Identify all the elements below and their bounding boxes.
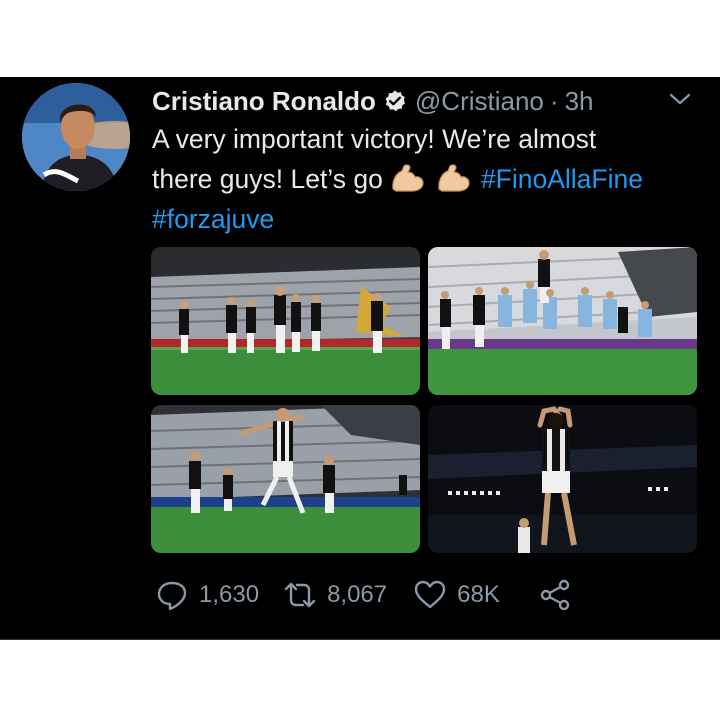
share-icon [538, 578, 572, 612]
tweet-text: A very important victory! We’re almost t… [152, 119, 702, 239]
like-button[interactable]: 68K [413, 578, 500, 612]
hashtag-link[interactable]: #forzajuve [152, 204, 274, 234]
header-separator: · [549, 85, 559, 116]
tweet-text-line-3: #forzajuve [152, 199, 702, 239]
reply-count: 1,630 [199, 581, 260, 608]
tweet-actions-bar: 1,630 8,067 68K [155, 577, 572, 613]
photo-free-kick-wall-jump[interactable] [428, 247, 697, 395]
heart-icon [413, 578, 447, 612]
photo-player-number-7-hands-on-head[interactable] [428, 405, 697, 553]
bottom-divider [0, 639, 720, 640]
hashtag-link[interactable]: #FinoAllaFine [481, 164, 643, 194]
author-handle[interactable]: @Cristiano [415, 86, 544, 117]
flexed-biceps-icon [390, 163, 426, 193]
tweet-card[interactable]: Cristiano Ronaldo @Cristiano · 3h A very… [0, 77, 720, 640]
like-count: 68K [457, 581, 500, 608]
verified-badge-icon [383, 89, 407, 113]
retweet-button[interactable]: 8,067 [283, 578, 387, 612]
flexed-biceps-icon [436, 163, 472, 193]
media-grid [151, 247, 697, 553]
retweet-icon [283, 578, 317, 612]
retweet-count: 8,067 [327, 581, 388, 608]
tweet-text-line-1: A very important victory! We’re almost [152, 124, 597, 154]
reply-button[interactable]: 1,630 [155, 578, 259, 612]
tweet-header: Cristiano Ronaldo @Cristiano · 3h [152, 83, 593, 119]
tweet-text-line-2: there guys! Let’s go #FinoAllaFine [152, 159, 702, 199]
tweet-text-line-2-prefix: there guys! Let’s go [152, 164, 383, 194]
share-button[interactable] [538, 578, 572, 612]
photo-player-celebrating-arms-out[interactable] [151, 405, 420, 553]
author-name[interactable]: Cristiano Ronaldo [152, 86, 376, 117]
avatar[interactable] [22, 83, 130, 191]
chevron-down-icon[interactable] [666, 87, 694, 111]
reply-icon [155, 578, 189, 612]
tweet-timestamp[interactable]: 3h [565, 86, 594, 117]
photo-juventus-players-celebrating[interactable] [151, 247, 420, 395]
